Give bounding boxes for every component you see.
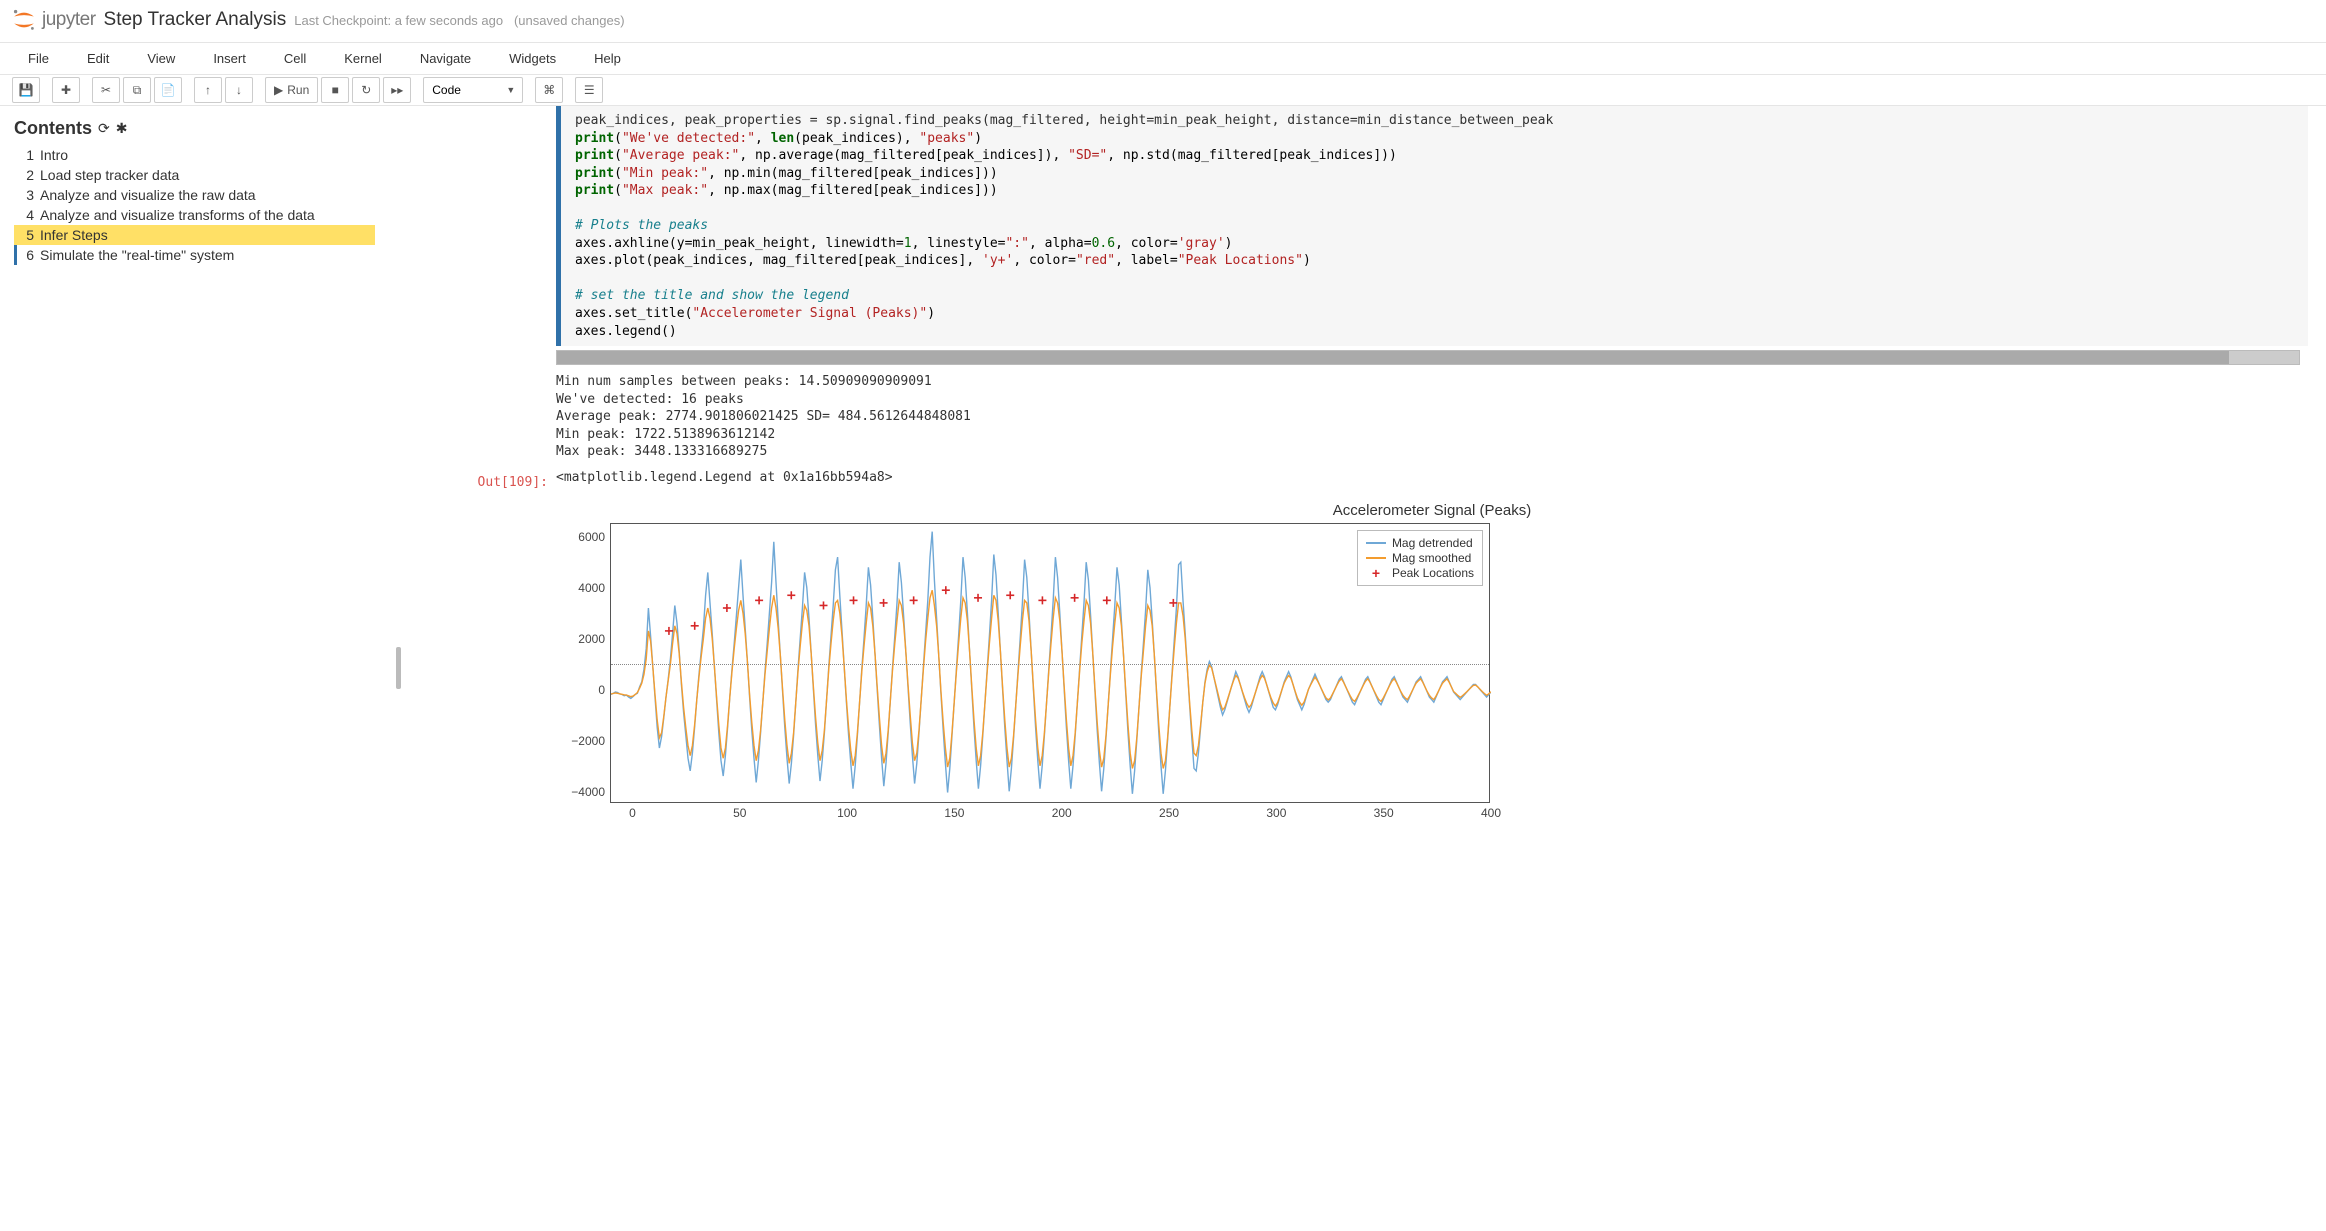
notebook-header: jupyter Step Tracker Analysis Last Check…	[0, 0, 2326, 42]
move-cell-up-button[interactable]: ↑	[194, 77, 222, 103]
cut-cell-button[interactable]: ✂	[92, 77, 120, 103]
toc-item-3[interactable]: 3Analyze and visualize the raw data	[14, 185, 375, 205]
x-tick: 250	[1159, 806, 1179, 820]
legend-label-1: Mag smoothed	[1392, 551, 1471, 565]
insert-cell-below-button[interactable]: ✚	[52, 77, 80, 103]
x-tick: 400	[1481, 806, 1501, 820]
legend-label-2: Peak Locations	[1392, 566, 1474, 580]
y-tick: 0	[563, 683, 605, 697]
toolbar: 💾 ✚ ✂ ⧉ 📄 ↑ ↓ ▶ Run ■ ↻ ▸▸ Code ⌘ ☰	[0, 75, 2326, 106]
command-palette-button[interactable]: ⌘	[535, 77, 563, 103]
menu-view[interactable]: View	[139, 45, 183, 72]
toc-settings-icon[interactable]: ✱	[116, 120, 128, 137]
x-tick: 300	[1266, 806, 1286, 820]
y-tick: 2000	[563, 632, 605, 646]
chart-legend: Mag detrended Mag smoothed +Peak Locatio…	[1357, 530, 1483, 586]
paste-cell-button[interactable]: 📄	[154, 77, 182, 103]
sidebar-splitter[interactable]	[390, 106, 406, 1229]
x-tick: 50	[733, 806, 746, 820]
toc-item-1[interactable]: 1Intro	[14, 145, 375, 165]
x-tick: 350	[1374, 806, 1394, 820]
chart-title: Accelerometer Signal (Peaks)	[556, 502, 2308, 519]
threshold-hline	[611, 664, 1489, 665]
move-cell-down-button[interactable]: ↓	[225, 77, 253, 103]
y-tick: −2000	[563, 734, 605, 748]
cell-type-select[interactable]: Code	[423, 77, 523, 103]
toc-refresh-icon[interactable]: ⟳	[98, 120, 110, 137]
result-repr: <matplotlib.legend.Legend at 0x1a16bb594…	[556, 469, 2308, 495]
jupyter-logo-icon	[10, 6, 38, 34]
input-prompt	[424, 106, 556, 469]
chart-plot-area: Mag detrended Mag smoothed +Peak Locatio…	[610, 523, 1490, 803]
copy-cell-button[interactable]: ⧉	[123, 77, 151, 103]
menu-help[interactable]: Help	[586, 45, 629, 72]
toc-item-5[interactable]: 5Infer Steps	[14, 225, 375, 245]
x-tick: 150	[944, 806, 964, 820]
restart-kernel-button[interactable]: ↻	[352, 77, 380, 103]
notebook-name[interactable]: Step Tracker Analysis	[104, 9, 287, 31]
menubar: File Edit View Insert Cell Kernel Navigate Widg…	[0, 42, 2326, 75]
toc-item-2[interactable]: 2Load step tracker data	[14, 165, 375, 185]
toc-list: 1Intro2Load step tracker data3Analyze an…	[14, 145, 375, 265]
app-name: jupyter	[42, 9, 96, 31]
horizontal-scrollbar[interactable]	[556, 350, 2300, 365]
toggle-toc-button[interactable]: ☰	[575, 77, 603, 103]
run-cell-button[interactable]: ▶ Run	[265, 77, 318, 103]
chart-output: Accelerometer Signal (Peaks) Mag detrend…	[556, 494, 2308, 811]
output-prompt: Out[109]:	[424, 469, 556, 812]
jupyter-logo[interactable]: jupyter	[10, 6, 96, 34]
menu-cell[interactable]: Cell	[276, 45, 314, 72]
menu-file[interactable]: File	[20, 45, 57, 72]
y-tick: 6000	[563, 530, 605, 544]
x-tick: 200	[1052, 806, 1072, 820]
toc-sidebar: Contents ⟳ ✱ 1Intro2Load step tracker da…	[0, 106, 390, 1229]
menu-kernel[interactable]: Kernel	[336, 45, 390, 72]
restart-run-all-button[interactable]: ▸▸	[383, 77, 411, 103]
checkpoint-info: Last Checkpoint: a few seconds ago (unsa…	[294, 13, 624, 28]
save-button[interactable]: 💾	[12, 77, 40, 103]
output-cell: Out[109]: <matplotlib.legend.Legend at 0…	[424, 469, 2308, 812]
menu-navigate[interactable]: Navigate	[412, 45, 479, 72]
menu-widgets[interactable]: Widgets	[501, 45, 564, 72]
stdout-output: Min num samples between peaks: 14.509090…	[556, 365, 2308, 469]
code-input[interactable]: peak_indices, peak_properties = sp.signa…	[556, 106, 2308, 346]
notebook-area: peak_indices, peak_properties = sp.signa…	[406, 106, 2326, 1229]
cell-type-select-wrap[interactable]: Code	[423, 77, 523, 103]
y-tick: 4000	[563, 581, 605, 595]
x-tick: 0	[629, 806, 636, 820]
menu-edit[interactable]: Edit	[79, 45, 117, 72]
y-tick: −4000	[563, 785, 605, 799]
toc-title: Contents ⟳ ✱	[14, 118, 375, 139]
x-tick: 100	[837, 806, 857, 820]
toc-item-6[interactable]: 6Simulate the "real-time" system	[14, 245, 375, 265]
legend-label-0: Mag detrended	[1392, 536, 1473, 550]
code-cell[interactable]: peak_indices, peak_properties = sp.signa…	[424, 106, 2308, 469]
menu-insert[interactable]: Insert	[205, 45, 254, 72]
interrupt-kernel-button[interactable]: ■	[321, 77, 349, 103]
toc-item-4[interactable]: 4Analyze and visualize transforms of the…	[14, 205, 375, 225]
